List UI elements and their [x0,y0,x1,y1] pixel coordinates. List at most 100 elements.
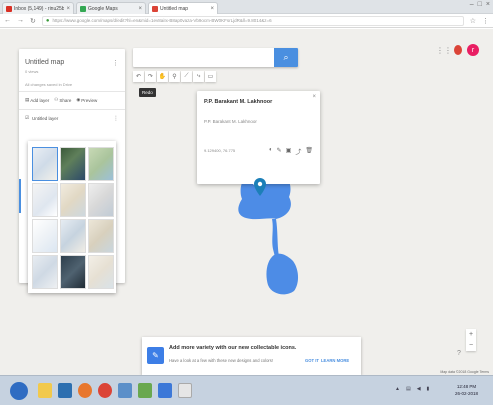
maps-icon [80,5,86,12]
icon-collection-icon: ✎ [147,347,164,364]
word-app-icon[interactable] [158,383,172,398]
reload-icon[interactable]: ↻ [30,17,36,25]
url-input[interactable]: ● https://www.google.com/maps/d/edit?hl=… [41,15,464,26]
directions-icon[interactable]: ⤴ [295,147,301,156]
battery-icon[interactable]: ▮ [427,386,430,392]
chrome-icon[interactable] [98,383,112,398]
url-text: https://www.google.com/maps/d/edit?hl=en… [52,18,272,23]
basemap-chooser [28,141,116,293]
share-button[interactable]: ⚇ Share [54,97,71,103]
volume-icon[interactable]: ◀ [417,386,421,392]
place-title[interactable]: P.P. Barakant M. Lakhnoor [204,99,272,105]
basemap-satellite[interactable] [60,147,86,181]
avatar[interactable]: r [467,44,479,56]
place-info-card: P.P. Barakant M. Lakhnoor × P.P. Barakan… [197,91,320,189]
window-controls: – □ × [470,1,490,8]
network-app-icon[interactable] [118,383,132,398]
redo-icon[interactable]: ↷ [145,71,156,82]
marker-icon[interactable]: ⚲ [169,71,180,82]
selection-indicator [19,179,21,213]
notifications-icon[interactable] [454,45,462,55]
windows-taskbar: ▲ ▤ ◀ ▮ 12:48 PM 26-02-2018 [0,375,493,405]
style-icon[interactable]: ◐ [269,147,273,156]
basemap-map[interactable] [32,147,58,181]
place-coordinates: 9.129400, 76.775 [204,148,236,153]
basemap-light[interactable] [32,255,58,289]
basemap-whitewater[interactable] [60,219,86,253]
layer-row[interactable]: ☑ Untitled layer [25,115,58,121]
add-layer-button[interactable]: ▤ Add layer [25,97,49,103]
place-description[interactable]: P.P. Barakant M. Lakhnoor [204,119,257,124]
browser-tab-strip: Inbox (5,149) - rinu25bu × Google Maps ×… [0,0,493,14]
lock-icon: ● [45,17,50,24]
network-icon[interactable]: ▤ [406,386,411,392]
map-toolbar: ↶ ↷ ✋ ⚲ ⟋ ⤷ ▭ [133,71,216,82]
tab-google-maps[interactable]: Google Maps × [76,2,146,14]
spreadsheet-app-icon[interactable] [138,383,152,398]
gmail-icon [6,5,12,12]
clock-time: 12:48 PM [456,384,477,389]
basemap-simple-atlas[interactable] [88,183,114,217]
promo-title: Add more variety with our new collectabl… [169,345,297,351]
camera-icon[interactable]: ▣ [286,147,292,156]
media-player-icon[interactable] [58,383,72,398]
more-options-icon[interactable]: ⋮ [112,59,119,67]
start-button-icon[interactable] [10,382,28,400]
checkbox-icon[interactable]: ☑ [25,115,29,121]
delete-icon[interactable]: 🗑 [305,147,313,156]
zoom-control: + − [466,329,476,351]
undo-icon[interactable]: ↶ [133,71,144,82]
help-icon[interactable]: ? [457,350,461,357]
divider [19,109,125,110]
search-button[interactable]: ⌕ [274,48,298,67]
learn-more-button[interactable]: LEARN MORE [321,358,349,363]
forward-icon[interactable]: → [17,17,24,24]
basemap-dark-landmass[interactable] [60,255,86,289]
add-layer-label: Add layer [30,97,50,103]
views-count: 0 views [25,69,39,74]
directions-icon[interactable]: ⤷ [193,71,204,82]
zoom-out-icon[interactable]: − [469,342,473,349]
basemap-light-political[interactable] [32,183,58,217]
minimize-icon[interactable]: – [470,1,474,8]
basemap-light-landmass[interactable] [32,219,58,253]
map-canvas[interactable]: Untitled map ⋮ 0 views All changes saved… [0,29,493,375]
search-box[interactable]: ⌕ [133,48,298,67]
basemap-atlas[interactable] [88,255,114,289]
close-icon[interactable]: × [66,6,70,12]
layer-options-icon[interactable]: ⋮ [113,115,119,122]
tray-arrow-icon[interactable]: ▲ [395,386,400,392]
close-icon[interactable]: × [312,94,316,100]
map-pin-icon[interactable] [254,178,266,196]
map-title[interactable]: Untitled map [25,59,64,66]
map-footer: Map data ©2018 Google Terms [440,370,489,374]
basemap-mono-city[interactable] [60,183,86,217]
paint-app-icon[interactable] [178,383,192,398]
back-icon[interactable]: ← [4,17,11,24]
system-clock[interactable]: 12:48 PM 26-02-2018 [455,383,478,397]
edit-icon[interactable]: ✎ [277,147,282,156]
promo-banner: ✎ Add more variety with our new collecta… [142,337,361,375]
maximize-icon[interactable]: □ [478,1,482,8]
star-icon[interactable]: ☆ [470,17,476,25]
address-bar: ← → ↻ ● https://www.google.com/maps/d/ed… [0,14,493,28]
close-icon[interactable]: × [138,6,142,12]
hand-icon[interactable]: ✋ [157,71,168,82]
line-icon[interactable]: ⟋ [181,71,192,82]
got-it-button[interactable]: GOT IT [305,358,319,363]
search-icon: ⌕ [283,52,289,62]
file-explorer-icon[interactable] [38,383,52,398]
firefox-icon[interactable] [78,383,92,398]
zoom-in-icon[interactable]: + [469,331,473,338]
ruler-icon[interactable]: ▭ [205,71,216,82]
tab-inbox[interactable]: Inbox (5,149) - rinu25bu × [2,2,74,14]
close-window-icon[interactable]: × [486,1,490,8]
tab-untitled-map[interactable]: Untitled map × [148,2,218,14]
clock-date: 26-02-2018 [455,391,479,396]
close-icon[interactable]: × [210,6,214,12]
menu-icon[interactable]: ⋮ [482,17,489,25]
basemap-terrain[interactable] [88,147,114,181]
preview-label: Preview [81,97,98,103]
preview-button[interactable]: ◉ Preview [76,97,97,103]
basemap-vintage[interactable] [88,219,114,253]
